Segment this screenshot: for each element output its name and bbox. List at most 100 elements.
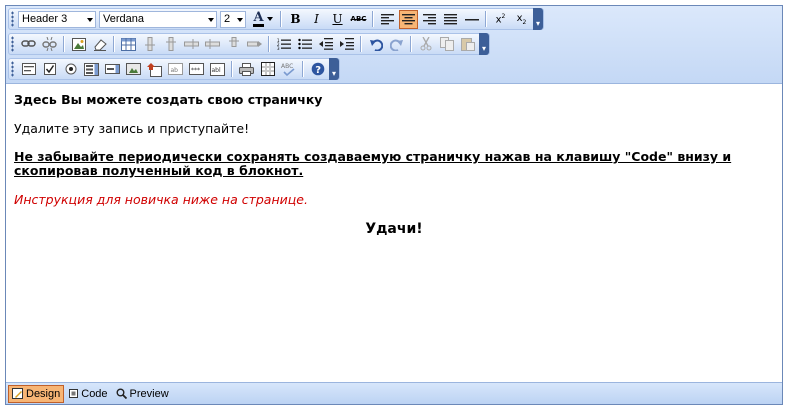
align-left-icon [381,13,394,24]
insert-row-before-button[interactable] [182,35,201,54]
toolbar-grip[interactable] [11,11,15,27]
table-icon [121,37,136,51]
insert-column-icon [165,37,176,51]
insert-link-button[interactable] [19,35,38,54]
form-icon [21,63,36,75]
align-left-button[interactable] [378,10,397,29]
insert-textarea-button[interactable]: abl [208,60,227,79]
insert-password-button[interactable]: *** [187,60,206,79]
svg-text:?: ? [315,65,321,76]
insert-dropdown-button[interactable] [103,60,122,79]
font-name-select[interactable]: Verdana [99,10,217,28]
indent-button[interactable] [337,35,356,54]
svg-text:ab: ab [171,67,179,74]
horizontal-rule-icon [464,18,479,20]
align-center-icon [402,13,415,24]
editor-content-area[interactable]: Здесь Вы можете создать свою страничку У… [6,84,782,382]
insert-toolbar: 123 ▾ [8,33,490,55]
dropdown-icon [105,64,120,74]
form-toolbar: ab *** abl ABC ? ▾ [8,58,340,80]
checkbox-icon [43,63,56,75]
insert-image-button-field[interactable] [124,60,143,79]
insert-image-button[interactable] [69,35,88,54]
numbered-list-button[interactable]: 123 [274,35,293,54]
insert-column-after-button[interactable] [161,35,180,54]
cut-button[interactable] [416,35,435,54]
outdent-button[interactable] [316,35,335,54]
outdent-icon [318,38,333,50]
insert-radio-button[interactable] [61,60,80,79]
clipboard-icon [460,38,475,51]
image-button-icon [126,63,141,75]
textfield-icon: ab [168,63,183,75]
align-center-button[interactable] [399,9,418,29]
content-heading: Здесь Вы можете создать свою страничку [14,92,323,107]
italic-button[interactable]: I [307,10,326,29]
horizontal-rule-button[interactable] [462,10,481,29]
textarea-icon: abl [210,62,225,76]
numbered-list-icon: 123 [277,38,291,50]
justify-button[interactable] [441,10,460,29]
bulleted-list-icon [297,38,312,50]
redo-button[interactable] [387,35,406,54]
bold-button[interactable]: B [286,10,305,29]
svg-text:abl: abl [212,67,221,74]
bold-icon: B [290,12,301,26]
delete-column-button[interactable] [224,35,243,54]
paragraph-format-select[interactable]: Header 3 [18,10,96,28]
toolbar-grip[interactable] [11,61,15,77]
content-paragraph: Удалите эту запись и приступайте! [14,121,250,136]
toolbar-options-button[interactable]: ▾ [479,33,489,55]
content-instruction: Инструкция для новичка ниже на странице. [14,192,308,207]
spellcheck-button[interactable]: ABC [279,60,298,79]
insert-checkbox-button[interactable] [40,60,59,79]
spellcheck-icon: ABC [281,63,295,76]
toolbar-options-button[interactable]: ▾ [329,58,339,80]
insert-column-icon [144,37,155,51]
code-icon [69,389,79,398]
content-notice: Не забывайте периодически сохранять созд… [14,149,732,178]
insert-table-button[interactable] [119,35,138,54]
insert-listbox-button[interactable] [82,60,101,79]
tab-design[interactable]: Design [8,384,65,403]
insert-row-after-button[interactable] [203,35,222,54]
table-grid-button[interactable] [258,60,277,79]
mode-tabs: Design Code Preview [6,382,782,404]
subscript-button[interactable]: x2 [512,10,531,29]
undo-button[interactable] [366,35,385,54]
remove-link-button[interactable] [40,35,59,54]
align-right-button[interactable] [420,10,439,29]
strikethrough-button[interactable]: ABC [349,10,368,29]
superscript-button[interactable]: x2 [491,10,510,29]
insert-row-icon [184,39,199,49]
help-icon: ? [311,62,324,76]
text-color-button[interactable]: A [250,10,276,29]
underline-icon: U [332,12,343,26]
toolbar-grip[interactable] [11,36,15,52]
content-luck: Удачи! [365,221,423,237]
insert-textfield-button[interactable]: ab [166,60,185,79]
help-button[interactable]: ? [308,60,327,79]
insert-hidden-field-button[interactable] [145,60,164,79]
copy-button[interactable] [437,35,456,54]
paste-button[interactable] [458,35,477,54]
font-size-select[interactable]: 2 [220,10,246,28]
insert-column-before-button[interactable] [140,35,159,54]
tab-code[interactable]: Code [66,385,110,403]
tab-preview[interactable]: Preview [113,385,172,403]
italic-icon: I [314,12,319,26]
insert-form-button[interactable] [19,60,38,79]
scissors-icon [420,37,431,51]
strikethrough-icon: ABC [350,15,367,23]
undo-icon [369,39,383,51]
html-editor: Header 3 Verdana 2 A B I U ABC x2 x2 ▾ 1… [5,5,783,405]
underline-button[interactable]: U [328,10,347,29]
subscript-icon: x2 [516,12,527,26]
delete-column-icon [228,37,239,47]
copy-icon [439,37,454,51]
delete-row-button[interactable] [245,35,264,54]
print-button[interactable] [237,60,256,79]
toolbar-options-button[interactable]: ▾ [533,8,543,30]
bulleted-list-button[interactable] [295,35,314,54]
eraser-button[interactable] [90,35,109,54]
